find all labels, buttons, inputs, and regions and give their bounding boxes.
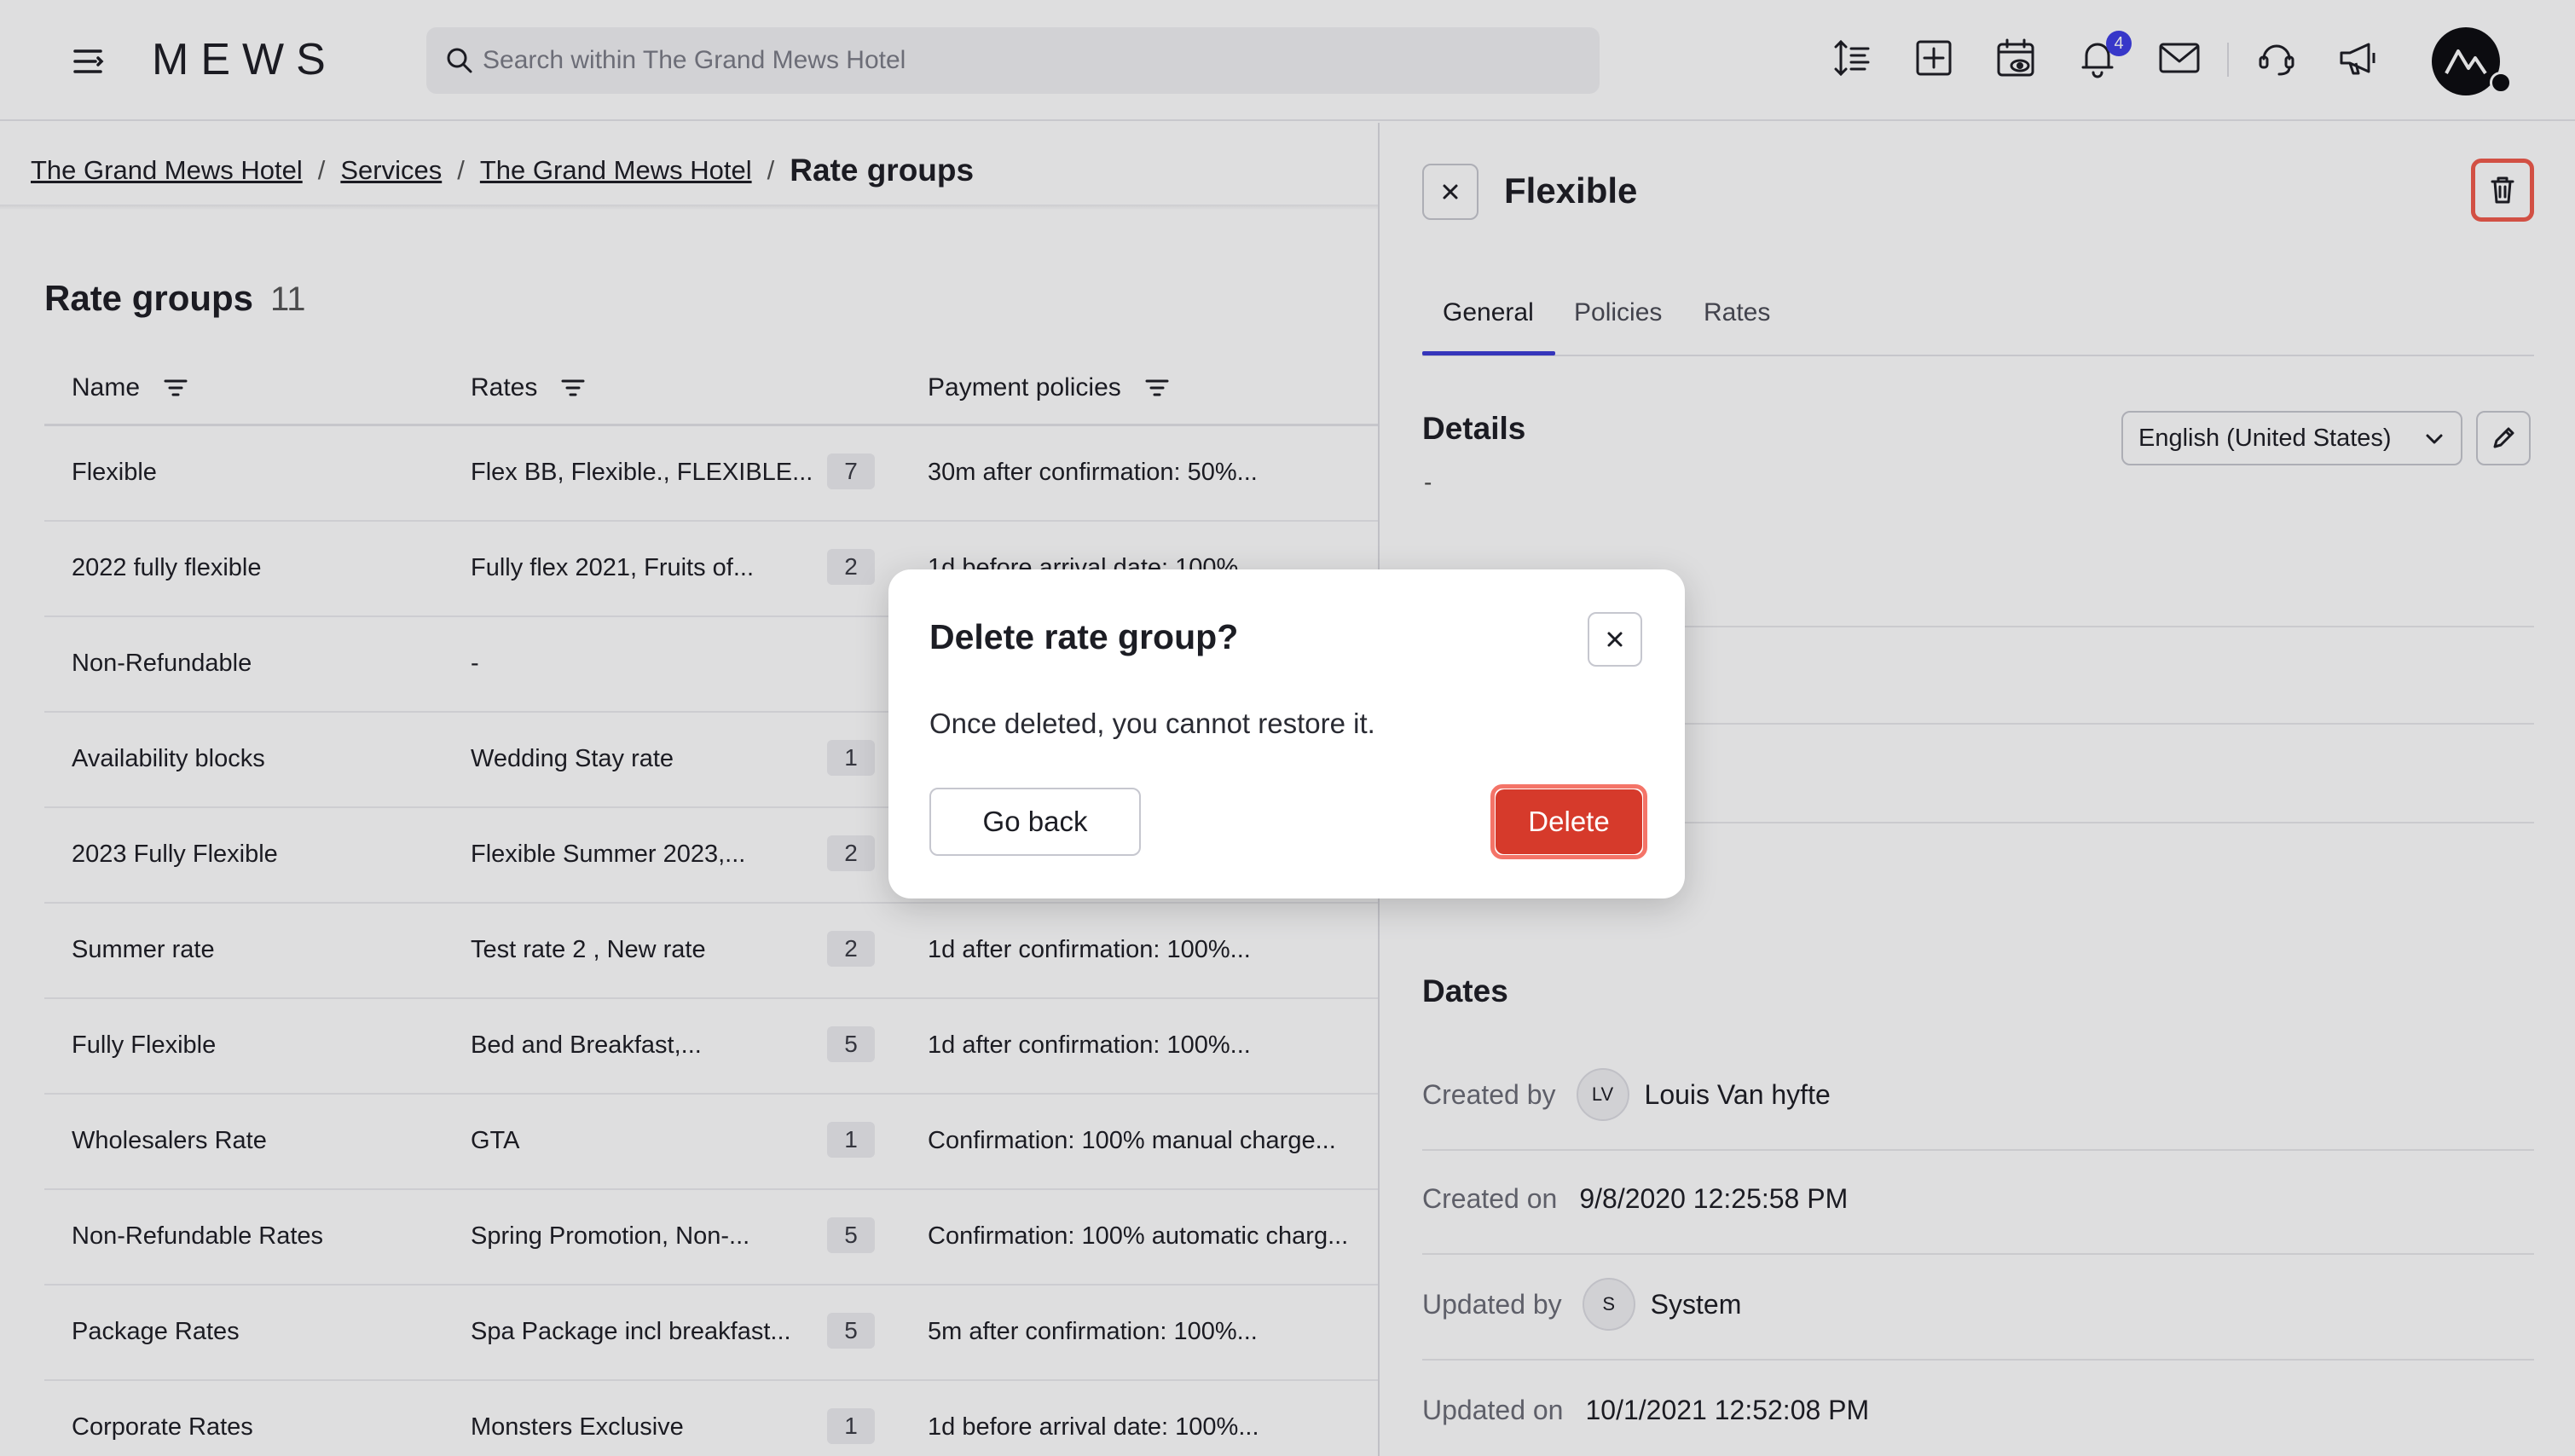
delete-button[interactable]: Delete (1496, 789, 1642, 854)
delete-confirmation-dialog: Delete rate group? Once deleted, you can… (888, 569, 1685, 898)
dialog-title: Delete rate group? (929, 617, 1239, 656)
dialog-close-button[interactable] (1588, 612, 1642, 667)
dialog-message: Once deleted, you cannot restore it. (929, 708, 1375, 739)
close-icon (1607, 632, 1623, 647)
go-back-button[interactable]: Go back (929, 788, 1141, 856)
